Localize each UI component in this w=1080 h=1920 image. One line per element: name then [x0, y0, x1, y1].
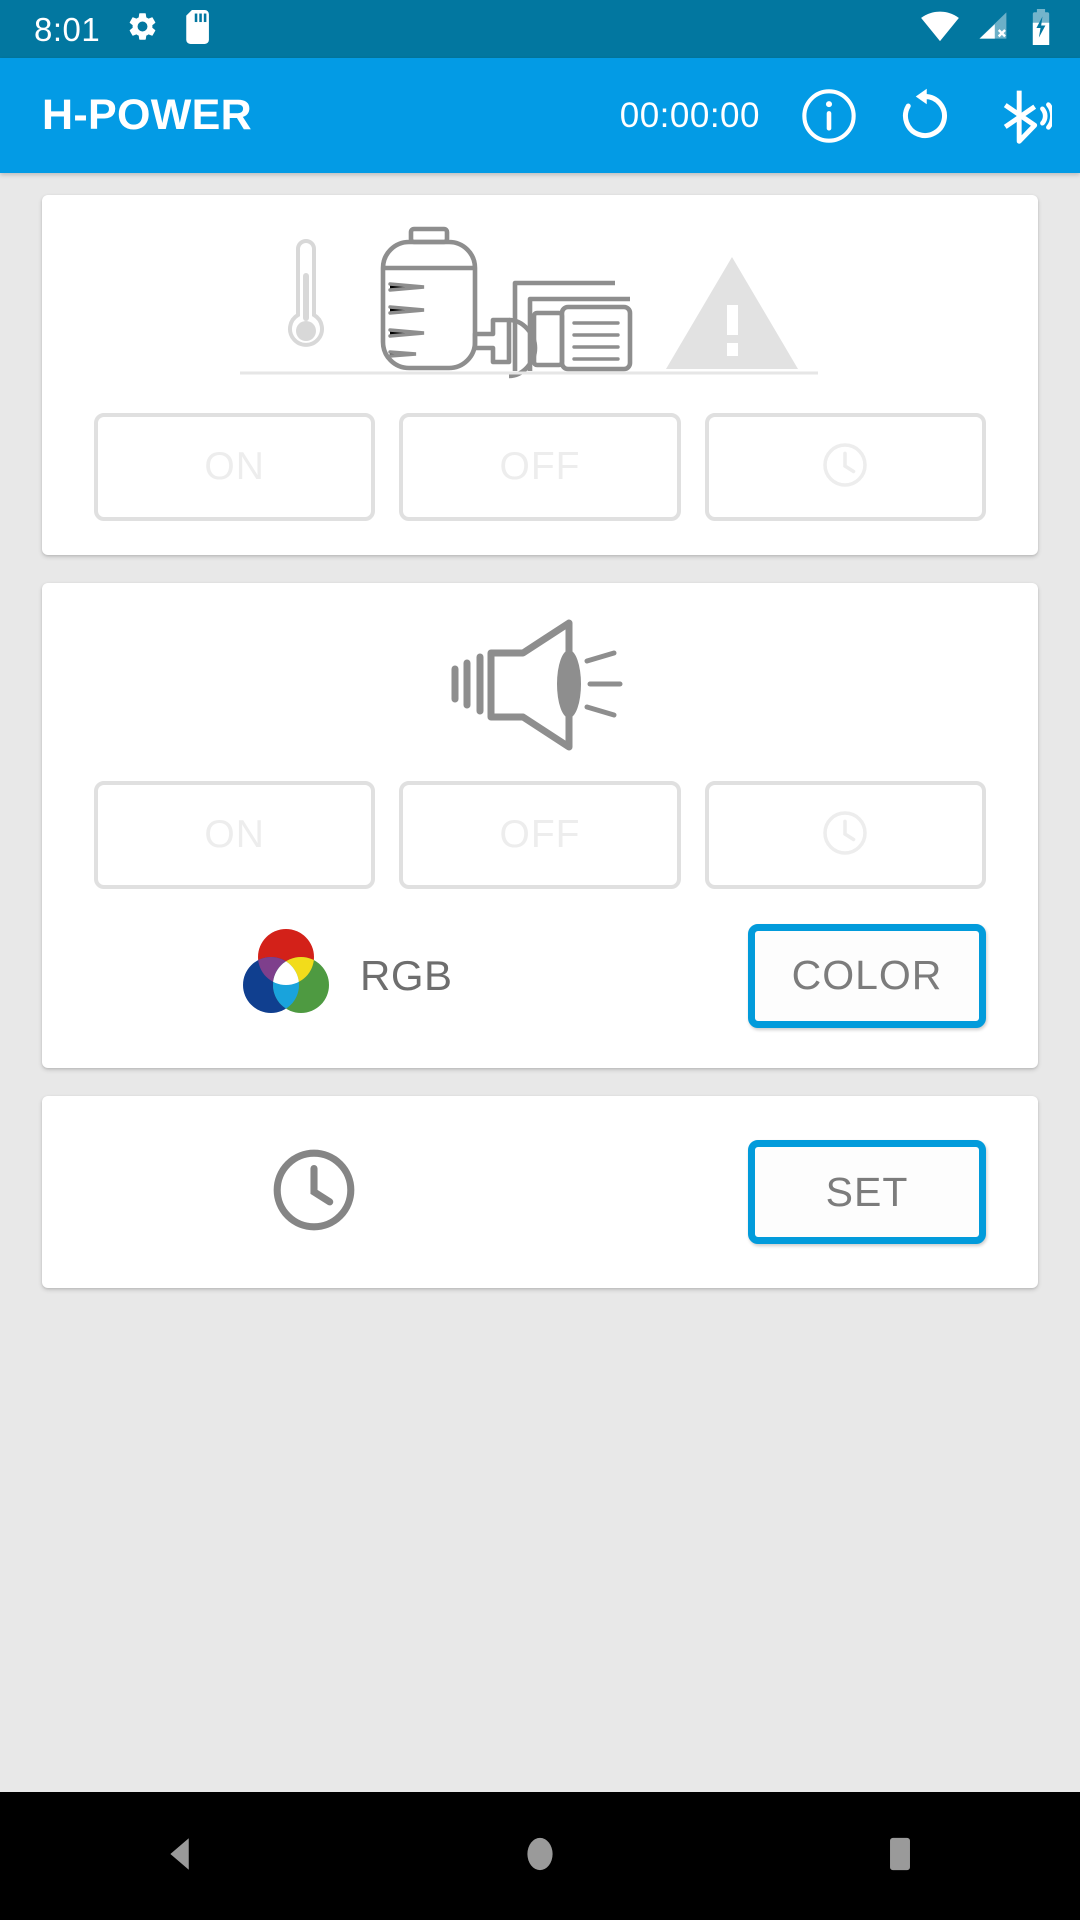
rgb-row: RGB COLOR [42, 923, 1038, 1068]
pump-off-label: OFF [499, 445, 581, 488]
pump-button-row: ON OFF [42, 395, 1038, 555]
pump-timer-button[interactable] [704, 413, 986, 521]
recents-square-icon [879, 1833, 921, 1880]
gear-icon [126, 10, 159, 48]
nav-back-button[interactable] [105, 1792, 255, 1920]
navigation-bar [0, 1792, 1080, 1920]
water-pump-illustration [42, 195, 1038, 395]
status-bar-right [920, 8, 1054, 50]
pump-on-label: ON [204, 445, 265, 488]
pump-off-button[interactable]: OFF [399, 413, 681, 521]
bluetooth-icon[interactable] [990, 85, 1052, 147]
timer-row: SET [42, 1096, 1038, 1288]
status-clock: 8:01 [34, 10, 101, 48]
pump-on-button[interactable]: ON [94, 413, 376, 521]
app-bar-actions: 00:00:00 [620, 85, 1052, 147]
app-title: H-POWER [42, 91, 252, 139]
siren-off-button[interactable]: OFF [399, 781, 681, 889]
siren-off-label: OFF [499, 813, 581, 856]
refresh-icon[interactable] [894, 85, 956, 147]
siren-button-row: ON OFF [42, 763, 1038, 923]
app-bar: H-POWER 00:00:00 [0, 58, 1080, 173]
clock-icon [820, 808, 870, 863]
wifi-icon [920, 10, 960, 49]
back-triangle-icon [159, 1833, 201, 1880]
set-button[interactable]: SET [748, 1140, 986, 1244]
nav-recents-button[interactable] [825, 1792, 975, 1920]
sd-card-icon [185, 9, 213, 49]
info-icon[interactable] [798, 85, 860, 147]
rgb-label: RGB [360, 951, 453, 999]
rgb-venn-icon [236, 923, 336, 1028]
siren-timer-button[interactable] [704, 781, 986, 889]
status-bar: 8:01 [0, 0, 1080, 58]
pump-card: ON OFF [42, 195, 1038, 555]
timer-card: SET [42, 1096, 1038, 1288]
siren-on-label: ON [204, 813, 265, 856]
battery-charging-icon [1028, 8, 1054, 50]
nav-home-button[interactable] [465, 1792, 615, 1920]
siren-horn-icon [42, 583, 1038, 763]
cellular-no-sim-icon [975, 10, 1013, 49]
phone-screen: 8:01 H-POWER 00:00:00 ON OFF ON OFF RGB … [0, 0, 1080, 1920]
status-bar-left: 8:01 [34, 9, 213, 49]
color-button-label: COLOR [791, 952, 943, 998]
set-button-label: SET [825, 1168, 909, 1215]
home-circle-icon [519, 1833, 561, 1880]
siren-on-button[interactable]: ON [94, 781, 376, 889]
warning-triangle-icon [666, 257, 798, 369]
color-button[interactable]: COLOR [748, 923, 986, 1028]
session-timer: 00:00:00 [619, 95, 760, 135]
clock-icon [268, 1144, 360, 1241]
siren-card: ON OFF RGB COLOR [42, 583, 1038, 1068]
clock-icon [820, 440, 870, 495]
content-area: ON OFF ON OFF RGB COLOR SET [0, 173, 1080, 1792]
